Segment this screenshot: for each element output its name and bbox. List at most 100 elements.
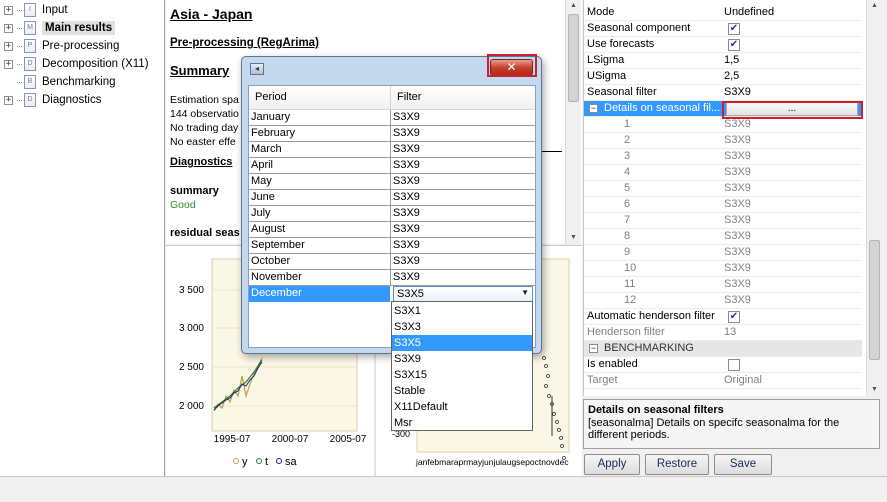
- category-benchmarking[interactable]: − BENCHMARKING: [584, 341, 862, 357]
- tree-item[interactable]: + I Input: [4, 1, 68, 19]
- period-filter-row[interactable]: 12 S3X9: [584, 293, 862, 309]
- save-button[interactable]: Save: [714, 454, 772, 475]
- document-scrollbar[interactable]: ▲ ▼: [565, 0, 581, 244]
- table-row[interactable]: October S3X9: [249, 254, 535, 270]
- checkbox[interactable]: ✔: [728, 311, 740, 323]
- tree-item[interactable]: + P Pre-processing: [4, 37, 119, 55]
- filter-cell[interactable]: S3X9: [393, 239, 420, 251]
- table-row[interactable]: January S3X9: [249, 110, 535, 126]
- property-value[interactable]: 1,5: [724, 54, 739, 66]
- period-filter-value[interactable]: S3X9: [724, 150, 751, 162]
- period-filter-value[interactable]: S3X9: [724, 246, 751, 258]
- checkbox[interactable]: ✔: [728, 23, 740, 35]
- filter-combobox[interactable]: S3X5 ▼: [393, 286, 533, 302]
- chevron-down-icon[interactable]: ▼: [521, 288, 529, 297]
- dropdown-option[interactable]: X11Default: [392, 399, 532, 415]
- property-value[interactable]: S3X9: [724, 86, 751, 98]
- period-filter-value[interactable]: S3X9: [724, 198, 751, 210]
- collapse-icon[interactable]: −: [589, 104, 598, 113]
- property-row[interactable]: USigma 2,5: [584, 69, 862, 85]
- scroll-thumb[interactable]: [869, 240, 880, 360]
- dropdown-option[interactable]: S3X3: [392, 319, 532, 335]
- period-filter-row[interactable]: 11 S3X9: [584, 277, 862, 293]
- period-filter-value[interactable]: S3X9: [724, 118, 751, 130]
- period-filter-value[interactable]: S3X9: [724, 214, 751, 226]
- properties-scrollbar[interactable]: ▲ ▼: [866, 0, 882, 396]
- filter-cell[interactable]: S3X9: [393, 111, 420, 123]
- property-value[interactable]: Undefined: [724, 6, 774, 18]
- period-filter-row[interactable]: 7 S3X9: [584, 213, 862, 229]
- filter-cell[interactable]: S3X9: [393, 159, 420, 171]
- table-row[interactable]: February S3X9: [249, 126, 535, 142]
- tree-item[interactable]: B Benchmarking: [4, 73, 116, 91]
- period-filter-row[interactable]: 10 S3X9: [584, 261, 862, 277]
- tree-item[interactable]: + D Diagnostics: [4, 91, 101, 109]
- period-filter-row[interactable]: 1 S3X9: [584, 117, 862, 133]
- scroll-down-icon[interactable]: ▼: [867, 384, 882, 396]
- filter-cell[interactable]: S3X9: [393, 127, 420, 139]
- table-row[interactable]: November S3X9: [249, 270, 535, 286]
- property-row[interactable]: Mode Undefined: [584, 5, 862, 21]
- property-row[interactable]: Seasonal component ✔: [584, 21, 862, 37]
- filter-column-header[interactable]: Filter: [397, 91, 421, 103]
- filter-cell[interactable]: S3X9: [393, 271, 420, 283]
- tree-item[interactable]: + M Main results: [4, 19, 116, 37]
- dropdown-option[interactable]: S3X1: [392, 303, 532, 319]
- apply-button[interactable]: Apply: [584, 454, 640, 475]
- period-filter-value[interactable]: S3X9: [724, 262, 751, 274]
- period-filter-row[interactable]: 5 S3X9: [584, 181, 862, 197]
- table-row[interactable]: June S3X9: [249, 190, 535, 206]
- table-row[interactable]: August S3X9: [249, 222, 535, 238]
- period-filter-value[interactable]: S3X9: [724, 230, 751, 242]
- dropdown-option[interactable]: Stable: [392, 383, 532, 399]
- tree-item[interactable]: + D Decomposition (X11): [4, 55, 149, 73]
- property-row[interactable]: LSigma 1,5: [584, 53, 862, 69]
- filter-cell[interactable]: S3X9: [393, 223, 420, 235]
- scroll-down-icon[interactable]: ▼: [566, 232, 581, 244]
- property-row[interactable]: Seasonal filter S3X9: [584, 85, 862, 101]
- expand-icon[interactable]: +: [4, 41, 13, 51]
- filter-cell[interactable]: S3X9: [393, 255, 420, 267]
- period-filter-row[interactable]: 2 S3X9: [584, 133, 862, 149]
- checkbox[interactable]: [728, 359, 740, 371]
- period-filter-row[interactable]: 3 S3X9: [584, 149, 862, 165]
- collapse-icon[interactable]: −: [589, 344, 598, 353]
- diagnostics-link[interactable]: Diagnostics: [170, 156, 232, 168]
- property-row[interactable]: Is enabled: [584, 357, 862, 373]
- table-row[interactable]: July S3X9: [249, 206, 535, 222]
- table-row[interactable]: September S3X9: [249, 238, 535, 254]
- period-column-header[interactable]: Period: [255, 91, 287, 103]
- expand-icon[interactable]: +: [4, 95, 13, 105]
- filter-cell[interactable]: S3X9: [393, 143, 420, 155]
- checkbox[interactable]: ✔: [728, 39, 740, 51]
- table-row[interactable]: May S3X9: [249, 174, 535, 190]
- dialog-titlebar[interactable]: ◂ ✕: [242, 57, 541, 83]
- filter-cell[interactable]: S3X9: [393, 207, 420, 219]
- property-row[interactable]: Use forecasts ✔: [584, 37, 862, 53]
- property-row[interactable]: Automatic henderson filter ✔: [584, 309, 862, 325]
- period-filter-value[interactable]: S3X9: [724, 134, 751, 146]
- dropdown-option[interactable]: S3X5: [392, 335, 532, 351]
- close-icon[interactable]: ✕: [490, 59, 533, 76]
- dropdown-option[interactable]: Msr: [392, 415, 532, 431]
- table-row[interactable]: April S3X9: [249, 158, 535, 174]
- property-row-details-seasonal-filters[interactable]: − Details on seasonal fil......: [584, 101, 862, 117]
- period-filter-row[interactable]: 8 S3X9: [584, 229, 862, 245]
- expand-icon[interactable]: +: [4, 23, 13, 33]
- preprocessing-link[interactable]: Pre-processing (RegArima): [170, 37, 319, 49]
- period-filter-row[interactable]: 4 S3X9: [584, 165, 862, 181]
- period-filter-row[interactable]: 9 S3X9: [584, 245, 862, 261]
- dropdown-option[interactable]: S3X9: [392, 351, 532, 367]
- scroll-up-icon[interactable]: ▲: [566, 0, 581, 12]
- scroll-thumb[interactable]: [568, 14, 579, 102]
- filter-cell[interactable]: S3X9: [393, 191, 420, 203]
- period-filter-value[interactable]: S3X9: [724, 294, 751, 306]
- period-filter-value[interactable]: S3X9: [724, 166, 751, 178]
- scroll-up-icon[interactable]: ▲: [867, 0, 882, 12]
- table-row[interactable]: March S3X9: [249, 142, 535, 158]
- table-row-selected[interactable]: December S3X5 ▼: [249, 286, 535, 302]
- period-filter-value[interactable]: S3X9: [724, 278, 751, 290]
- property-value[interactable]: 2,5: [724, 70, 739, 82]
- filter-cell[interactable]: S3X9: [393, 175, 420, 187]
- expand-icon[interactable]: +: [4, 5, 13, 15]
